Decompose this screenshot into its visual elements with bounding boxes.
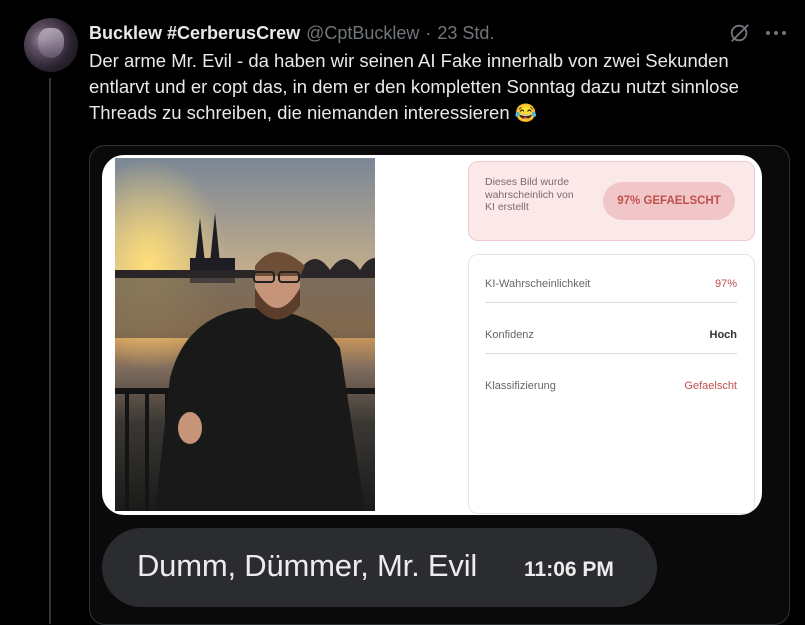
detail-value: Hoch	[709, 329, 738, 341]
photo-illustration	[115, 158, 375, 511]
more-horizontal-icon[interactable]	[764, 22, 788, 44]
ai-notice-text: Dieses Bild wurde wahrscheinlich von KI …	[485, 176, 574, 213]
detail-row-classification: Klassifizierung Gefaelscht	[485, 369, 737, 403]
ai-detection-details: KI-Wahrscheinlichkeit 97% Konfidenz Hoch…	[468, 254, 755, 514]
detail-row-probability: KI-Wahrscheinlichkeit 97%	[485, 267, 737, 301]
chat-message-bubble: Dumm, Dümmer, Mr. Evil 11:06 PM	[102, 528, 657, 607]
divider	[485, 353, 737, 354]
author-handle[interactable]: @CptBucklew	[306, 23, 419, 44]
ai-detector-screenshot: Dieses Bild wurde wahrscheinlich von KI …	[102, 155, 762, 515]
detail-label: Konfidenz	[485, 329, 534, 341]
tweet-header: Bucklew #CerberusCrew @CptBucklew · 23 S…	[89, 21, 494, 45]
avatar[interactable]	[24, 18, 78, 72]
laughing-emoji: 😂	[514, 103, 538, 123]
chat-message-text: Dumm, Dümmer, Mr. Evil	[137, 548, 478, 583]
fake-percentage-badge: 97% GEFAELSCHT	[603, 182, 735, 220]
ai-detection-summary: Dieses Bild wurde wahrscheinlich von KI …	[468, 161, 755, 241]
tweet-body: Der arme Mr. Evil - da haben wir seinen …	[89, 48, 794, 126]
grok-slash-icon[interactable]	[729, 22, 751, 44]
detail-label: KI-Wahrscheinlichkeit	[485, 278, 591, 290]
divider	[485, 302, 737, 303]
thread-connector-line	[49, 78, 51, 624]
detail-row-confidence: Konfidenz Hoch	[485, 318, 737, 352]
tweet-timestamp[interactable]: 23 Std.	[437, 23, 494, 44]
avatar-figure	[38, 28, 64, 58]
tweet-media[interactable]: Dieses Bild wurde wahrscheinlich von KI …	[89, 145, 790, 625]
detail-value: 97%	[714, 278, 737, 290]
detail-value: Gefaelscht	[684, 380, 737, 392]
chat-message-time: 11:06 PM	[524, 558, 614, 581]
separator-dot: ·	[425, 22, 432, 43]
detail-label: Klassifizierung	[485, 380, 556, 392]
photo-of-man-at-riverside	[115, 158, 375, 511]
author-name[interactable]: Bucklew #CerberusCrew	[89, 23, 300, 44]
tweet-text: Der arme Mr. Evil - da haben wir seinen …	[89, 50, 739, 123]
